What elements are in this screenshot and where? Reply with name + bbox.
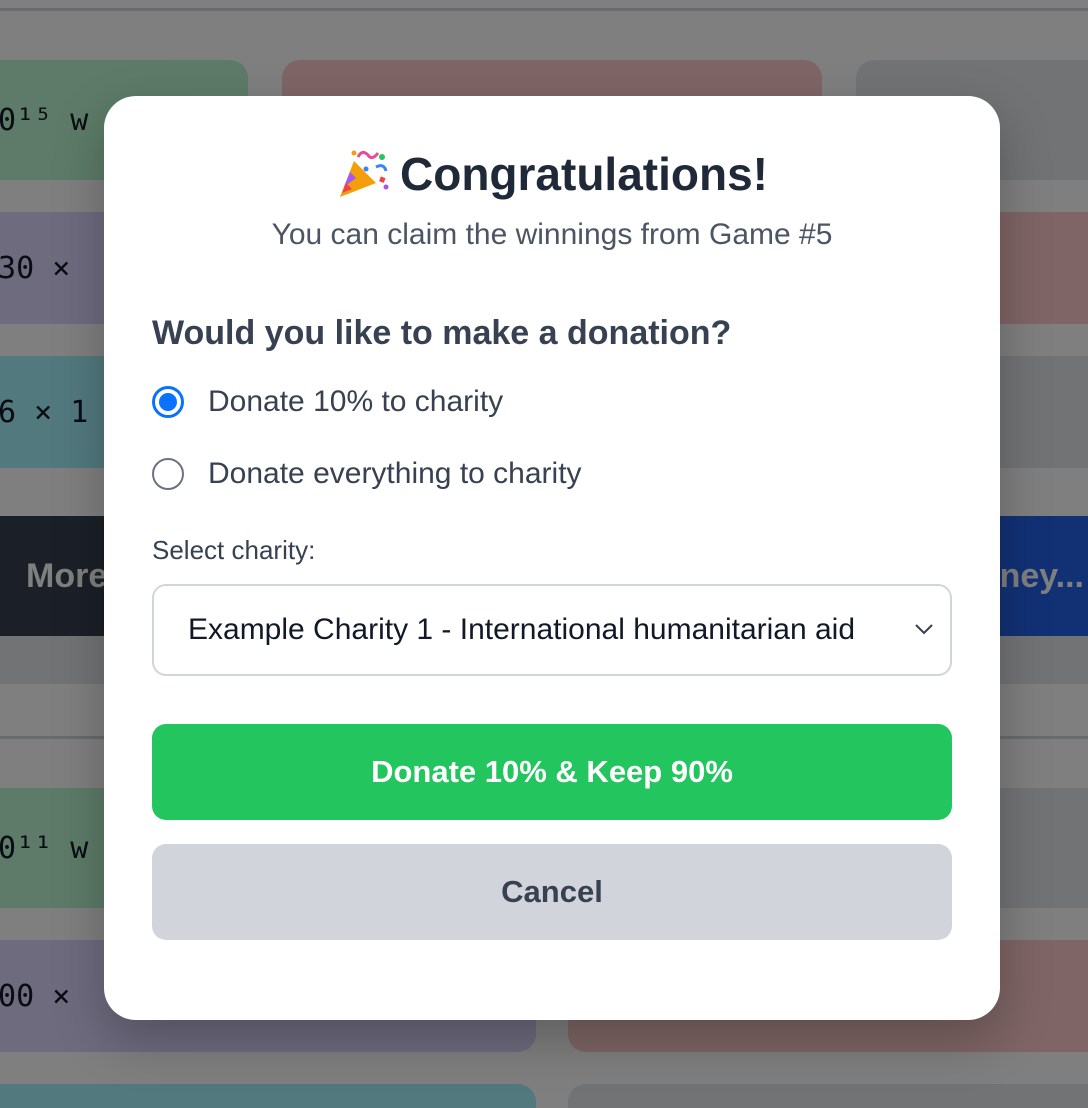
radio-option-donate-everything[interactable]: Donate everything to charity — [152, 451, 952, 497]
dialog-header: Congratulations! — [152, 144, 952, 204]
radio-label-donate-everything: Donate everything to charity — [208, 457, 582, 490]
donation-question: Would you like to make a donation? — [152, 314, 732, 352]
chevron-down-icon — [914, 622, 934, 636]
charity-select[interactable]: Example Charity 1 - International humani… — [152, 584, 952, 676]
radio-button-donate-everything[interactable] — [152, 458, 184, 490]
radio-button-donate-10[interactable] — [152, 386, 184, 418]
radio-label-donate-10: Donate 10% to charity — [208, 385, 504, 418]
dialog-subtitle: You can claim the winnings from Game #5 — [271, 218, 833, 251]
radio-option-donate-10[interactable]: Donate 10% to charity — [152, 379, 952, 425]
donation-dialog: Congratulations! You can claim the winni… — [104, 96, 1000, 1020]
party-popper-icon — [336, 147, 390, 201]
dialog-title: Congratulations! — [400, 148, 768, 200]
donate-button[interactable]: Donate 10% & Keep 90% — [152, 724, 952, 820]
cancel-button[interactable]: Cancel — [152, 844, 952, 940]
select-charity-label: Select charity: — [152, 535, 316, 565]
selected-charity-value: Example Charity 1 - International humani… — [188, 613, 856, 646]
